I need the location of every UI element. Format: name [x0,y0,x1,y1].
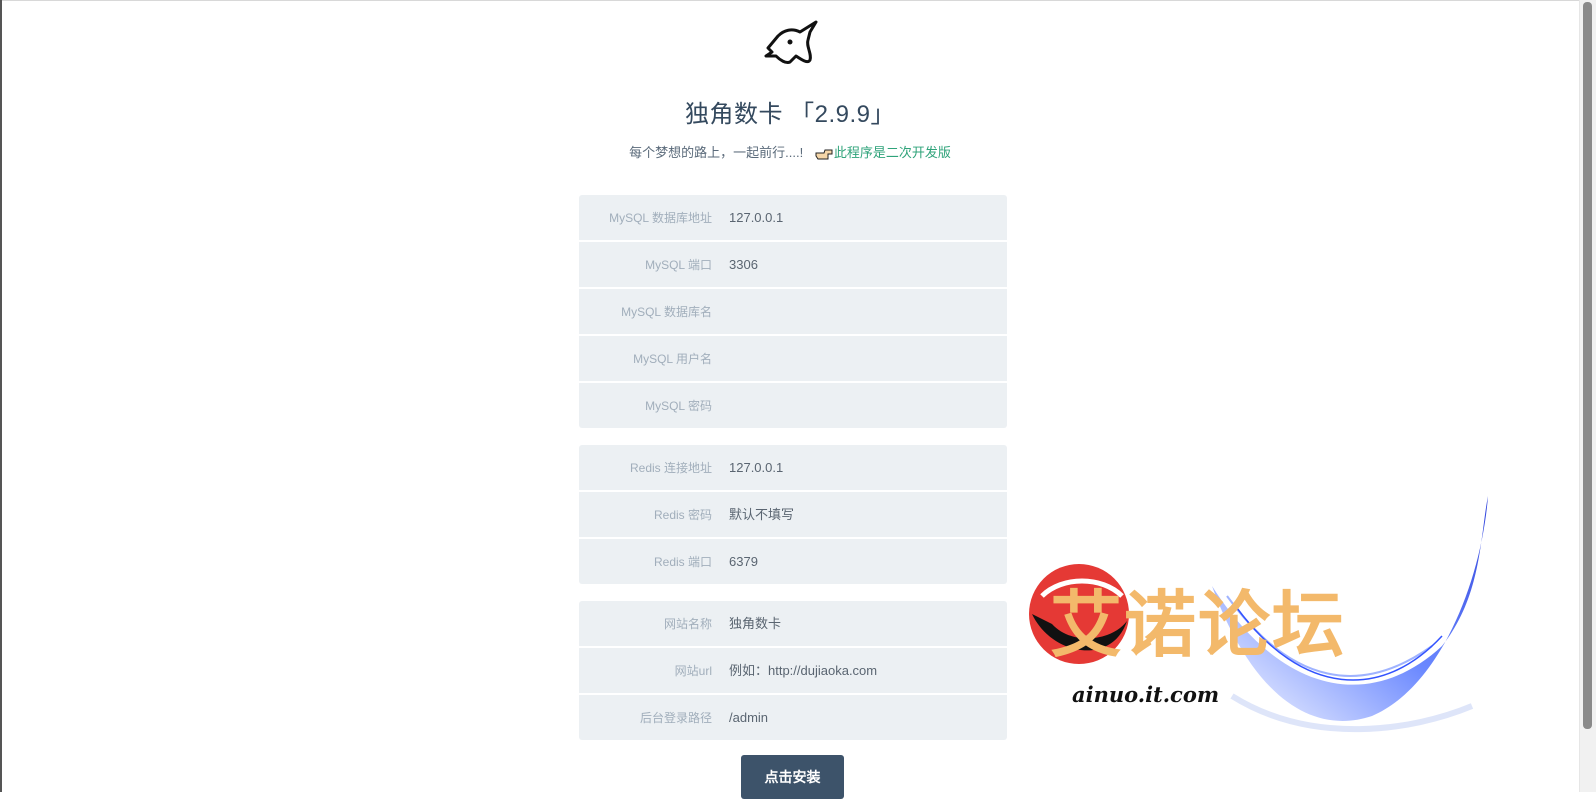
redis-password-input[interactable] [729,497,1007,532]
mysql-username-input[interactable] [729,341,1007,376]
redis-host-input[interactable] [729,450,1007,485]
mysql-port-input[interactable] [729,247,1007,282]
admin-path-row: 后台登录路径 [579,695,1007,740]
scrollbar-thumb[interactable] [1583,2,1592,729]
redis-host-row: Redis 连接地址 [579,445,1007,492]
site-config-group: 网站名称 网站url 后台登录路径 [579,601,1007,740]
watermark-url: ainuo.it.com [1072,682,1220,707]
watermark-text: 艾诺论坛 [1050,583,1347,667]
mysql-database-label: MySQL 数据库名 [621,305,712,319]
unicorn-logo-icon [764,20,818,64]
window-top-border [0,0,1596,1]
page-title: 独角数卡 「2.9.9」 [684,101,896,128]
mysql-host-label: MySQL 数据库地址 [609,211,712,225]
vertical-scrollbar[interactable] [1579,0,1596,792]
mysql-database-input[interactable] [729,294,1007,329]
mysql-port-row: MySQL 端口 [579,242,1007,289]
site-name-label: 网站名称 [663,617,712,631]
admin-path-input[interactable] [729,700,1007,735]
site-name-row: 网站名称 [579,601,1007,648]
mysql-host-input[interactable] [729,200,1007,235]
redis-port-input[interactable] [729,544,1007,579]
site-url-input[interactable] [729,653,1007,688]
mysql-password-label: MySQL 密码 [645,399,712,413]
mysql-username-row: MySQL 用户名 [579,336,1007,383]
forum-watermark: 艾诺论坛 ainuo.it.com [1012,496,1492,771]
install-button[interactable]: 点击安装 [741,755,844,799]
admin-path-label: 后台登录路径 [639,711,712,725]
site-name-input[interactable] [729,606,1007,641]
mysql-password-input[interactable] [729,388,1007,423]
mysql-password-row: MySQL 密码 [579,383,1007,428]
redis-host-label: Redis 连接地址 [629,461,712,475]
page-subtitle: 每个梦想的路上，一起前行....! 此程序是二次开发版 [0,142,1580,161]
redis-password-label: Redis 密码 [653,508,712,522]
secondary-dev-link[interactable]: 此程序是二次开发版 [834,145,951,160]
redis-config-group: Redis 连接地址 Redis 密码 Redis 端口 [579,445,1007,584]
site-url-row: 网站url [579,648,1007,695]
mysql-port-label: MySQL 端口 [645,258,712,272]
site-url-label: 网站url [674,664,712,678]
mysql-host-row: MySQL 数据库地址 [579,195,1007,242]
redis-port-label: Redis 端口 [653,555,712,569]
mysql-username-label: MySQL 用户名 [633,352,712,366]
subtitle-text: 每个梦想的路上，一起前行....! [629,145,804,160]
mysql-config-group: MySQL 数据库地址 MySQL 端口 MySQL 数据库名 MySQL 用户… [579,195,1007,428]
redis-password-row: Redis 密码 [579,492,1007,539]
mysql-database-row: MySQL 数据库名 [579,289,1007,336]
pointing-hand-icon [815,149,833,160]
redis-port-row: Redis 端口 [579,539,1007,584]
